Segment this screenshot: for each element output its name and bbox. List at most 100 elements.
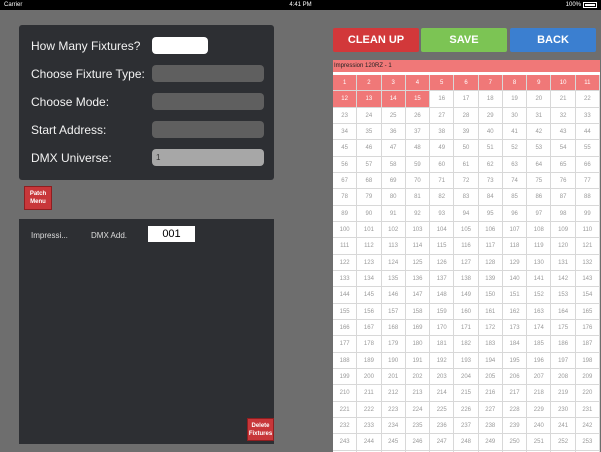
dmx-channel-cell[interactable]: 158 [405,303,431,320]
dmx-channel-cell[interactable]: 209 [575,368,600,386]
dmx-channel-cell[interactable]: 169 [405,319,431,337]
dmx-channel-cell[interactable]: 6 [454,75,479,92]
dmx-channel-cell[interactable]: 215 [454,385,479,402]
dmx-channel-cell[interactable]: 110 [575,221,600,239]
dmx-channel-cell[interactable]: 224 [405,401,431,418]
dmx-channel-cell[interactable]: 85 [502,189,528,206]
dmx-channel-cell[interactable]: 166 [333,319,358,337]
dmx-channel-cell[interactable]: 219 [551,385,576,402]
dmx-channel-cell[interactable]: 182 [454,336,479,353]
dmx-channel-cell[interactable]: 86 [527,189,552,206]
dmx-channel-cell[interactable]: 240 [527,417,552,435]
dmx-channel-cell[interactable]: 11 [575,75,600,92]
dmx-channel-cell[interactable]: 231 [575,401,600,418]
dmx-channel-cell[interactable]: 106 [478,221,503,239]
dmx-channel-cell[interactable]: 207 [527,368,552,386]
dmx-channel-cell[interactable]: 175 [551,319,576,337]
dmx-channel-cell[interactable]: 105 [454,221,479,239]
dmx-channel-cell[interactable]: 150 [478,287,503,304]
dmx-channel-cell[interactable]: 75 [527,172,552,190]
dmx-channel-cell[interactable]: 194 [478,352,503,369]
dmx-channel-cell[interactable]: 183 [478,336,503,353]
dmx-channel-cell[interactable]: 193 [454,352,479,369]
dmx-channel-cell[interactable]: 69 [381,172,406,190]
dmx-channel-cell[interactable]: 121 [575,238,600,255]
dmx-channel-cell[interactable]: 132 [575,254,600,271]
dmx-channel-cell[interactable]: 112 [357,238,382,255]
dmx-channel-cell[interactable]: 120 [551,238,576,255]
dmx-channel-cell[interactable]: 51 [478,140,503,157]
dmx-channel-cell[interactable]: 174 [527,319,552,337]
dmx-channel-cell[interactable]: 104 [430,221,455,239]
dmx-channel-cell[interactable]: 136 [405,270,431,288]
dmx-channel-cell[interactable]: 38 [430,123,455,141]
dmx-channel-cell[interactable]: 35 [357,123,382,141]
back-button[interactable]: BACK [510,28,596,52]
dmx-channel-cell[interactable]: 165 [575,303,600,320]
dmx-channel-cell[interactable]: 53 [527,140,552,157]
dmx-channel-cell[interactable]: 119 [527,238,552,255]
dmx-channel-cell[interactable]: 88 [575,189,600,206]
dmx-channel-cell[interactable]: 77 [575,172,600,190]
dmx-channel-cell[interactable]: 178 [357,336,382,353]
dmx-channel-cell[interactable]: 60 [430,156,455,173]
dmx-channel-cell[interactable]: 30 [502,107,528,124]
dmx-channel-cell[interactable]: 18 [478,91,503,108]
dmx-channel-cell[interactable]: 87 [551,189,576,206]
dmx-channel-cell[interactable]: 24 [357,107,382,124]
dmx-channel-cell[interactable]: 228 [502,401,528,418]
dmx-channel-cell[interactable]: 244 [357,434,382,451]
dmx-channel-cell[interactable]: 10 [551,75,576,92]
dmx-channel-cell[interactable]: 23 [333,107,358,124]
dmx-channel-cell[interactable]: 36 [381,123,406,141]
dmx-channel-cell[interactable]: 191 [405,352,431,369]
dmx-channel-cell[interactable]: 114 [405,238,431,255]
dmx-channel-cell[interactable]: 184 [502,336,528,353]
dmx-channel-cell[interactable]: 116 [454,238,479,255]
dmx-channel-cell[interactable]: 212 [381,385,406,402]
dmx-channel-cell[interactable]: 133 [333,270,358,288]
dmx-channel-cell[interactable]: 96 [502,205,528,222]
clean-up-button[interactable]: CLEAN UP [333,28,419,52]
dmx-channel-cell[interactable]: 61 [454,156,479,173]
dmx-channel-cell[interactable]: 20 [527,91,552,108]
dmx-channel-cell[interactable]: 229 [527,401,552,418]
dmx-channel-cell[interactable]: 239 [502,417,528,435]
dmx-channel-cell[interactable]: 186 [551,336,576,353]
dmx-channel-cell[interactable]: 246 [405,434,431,451]
dmx-channel-cell[interactable]: 102 [381,221,406,239]
dmx-channel-cell[interactable]: 171 [454,319,479,337]
dmx-channel-cell[interactable]: 218 [527,385,552,402]
dmx-channel-cell[interactable]: 64 [527,156,552,173]
dmx-channel-cell[interactable]: 2 [357,75,382,92]
dmx-channel-cell[interactable]: 247 [430,434,455,451]
dmx-channel-cell[interactable]: 3 [381,75,406,92]
dmx-channel-cell[interactable]: 167 [357,319,382,337]
patch-menu-button[interactable]: Patch Menu [24,186,52,210]
dmx-channel-cell[interactable]: 59 [405,156,431,173]
dmx-channel-cell[interactable]: 47 [381,140,406,157]
dmx-channel-cell[interactable]: 232 [333,417,358,435]
dmx-channel-cell[interactable]: 217 [502,385,528,402]
dmx-channel-cell[interactable]: 139 [478,270,503,288]
dmx-channel-cell[interactable]: 14 [381,91,406,108]
dmx-channel-cell[interactable]: 245 [381,434,406,451]
dmx-channel-cell[interactable]: 46 [357,140,382,157]
dmx-channel-cell[interactable]: 135 [381,270,406,288]
dmx-channel-cell[interactable]: 68 [357,172,382,190]
dmx-channel-cell[interactable]: 50 [454,140,479,157]
dmx-channel-cell[interactable]: 137 [430,270,455,288]
dmx-channel-cell[interactable]: 1 [333,75,358,92]
dmx-channel-cell[interactable]: 223 [381,401,406,418]
dmx-channel-cell[interactable]: 16 [430,91,455,108]
dmx-channel-cell[interactable]: 200 [357,368,382,386]
dmx-channel-cell[interactable]: 58 [381,156,406,173]
dmx-channel-cell[interactable]: 63 [502,156,528,173]
dmx-channel-cell[interactable]: 149 [454,287,479,304]
dmx-channel-cell[interactable]: 55 [575,140,600,157]
dmx-channel-cell[interactable]: 179 [381,336,406,353]
dmx-channel-cell[interactable]: 192 [430,352,455,369]
dmx-channel-cell[interactable]: 236 [430,417,455,435]
dmx-channel-cell[interactable]: 91 [381,205,406,222]
dmx-channel-cell[interactable]: 138 [454,270,479,288]
